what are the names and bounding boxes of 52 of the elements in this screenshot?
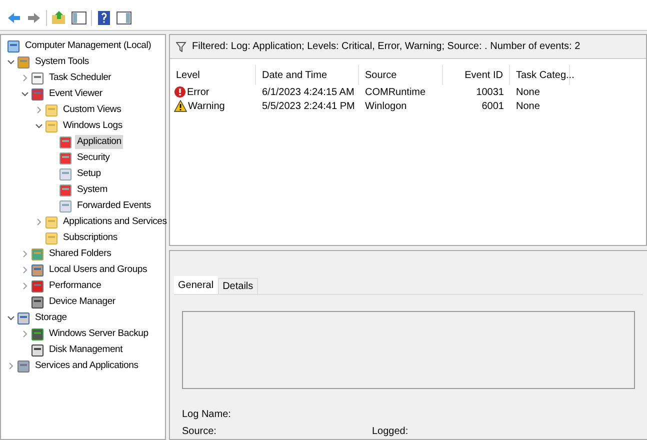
tree-item[interactable]: Performance	[47, 278, 104, 294]
tree-item[interactable]: Forwarded Events	[75, 198, 153, 214]
table-cell: None	[516, 100, 540, 112]
table-cell: 6001	[482, 100, 504, 112]
tree-item[interactable]: Services and Applications	[33, 358, 140, 374]
tree-item[interactable]: Shared Folders	[47, 246, 114, 262]
field-label: Logged:	[372, 425, 408, 439]
chevron-icon[interactable]	[7, 58, 15, 66]
tree-item[interactable]: System Tools	[33, 54, 91, 70]
tree-item[interactable]: Application	[75, 134, 124, 150]
tree-item[interactable]: Windows Logs	[61, 118, 124, 134]
warning-icon	[174, 100, 187, 112]
action-pane-icon[interactable]	[116, 10, 132, 26]
tree-item[interactable]: Event Viewer	[47, 86, 104, 102]
help-icon[interactable]	[96, 10, 112, 26]
tab[interactable]: General	[174, 276, 218, 294]
field-label: Log Name:	[182, 408, 232, 422]
tree-item[interactable]: Custom Views	[61, 102, 124, 118]
column-header[interactable]: Source	[359, 65, 443, 85]
filter-icon	[176, 42, 186, 52]
tree-item[interactable]: Subscriptions	[61, 230, 120, 246]
tree-item[interactable]: Storage	[33, 310, 69, 326]
column-header[interactable]: Event ID	[443, 65, 510, 85]
table-cell-text: Error	[187, 86, 210, 100]
tree-item[interactable]: Setup	[75, 166, 103, 182]
tree-item[interactable]: Windows Server Backup	[47, 326, 150, 342]
table-cell-text: Warning	[188, 100, 225, 114]
folder-up-icon[interactable]	[51, 10, 67, 26]
tree-item[interactable]: Local Users and Groups	[47, 262, 150, 278]
tree-item[interactable]: Security	[75, 150, 112, 166]
column-header[interactable]: Date and Time	[256, 65, 359, 85]
tree-item[interactable]: Device Manager	[47, 294, 118, 310]
filter-description: Filtered: Log: Application; Levels: Critical, Error, Warning; Source: . Number of events: 2	[192, 40, 580, 54]
chevron-icon[interactable]	[21, 90, 29, 98]
table-cell: None	[516, 86, 540, 98]
table-cell: COMRuntime	[365, 86, 426, 98]
chevron-icon[interactable]	[35, 122, 43, 130]
tree-item[interactable]: System	[75, 182, 110, 198]
column-header[interactable]: Level	[170, 65, 256, 85]
tree-item[interactable]: Computer Management (Local)	[23, 38, 154, 54]
error-icon	[174, 86, 186, 98]
tree-item[interactable]: Disk Management	[47, 342, 125, 358]
table-cell: 6/1/2023 4:24:15 AM	[262, 86, 354, 98]
tree-item[interactable]: Applications and Services	[61, 214, 169, 230]
table-cell: 5/5/2023 2:24:41 PM	[262, 100, 355, 112]
tree-item[interactable]: Task Scheduler	[47, 70, 114, 86]
tree-pane-icon[interactable]	[71, 10, 87, 26]
table-cell: Winlogon	[365, 100, 407, 112]
chevron-icon[interactable]	[7, 314, 15, 322]
tab[interactable]: Details	[218, 278, 258, 294]
table-cell: 10031	[476, 86, 504, 98]
field-label: Source:	[182, 425, 218, 439]
